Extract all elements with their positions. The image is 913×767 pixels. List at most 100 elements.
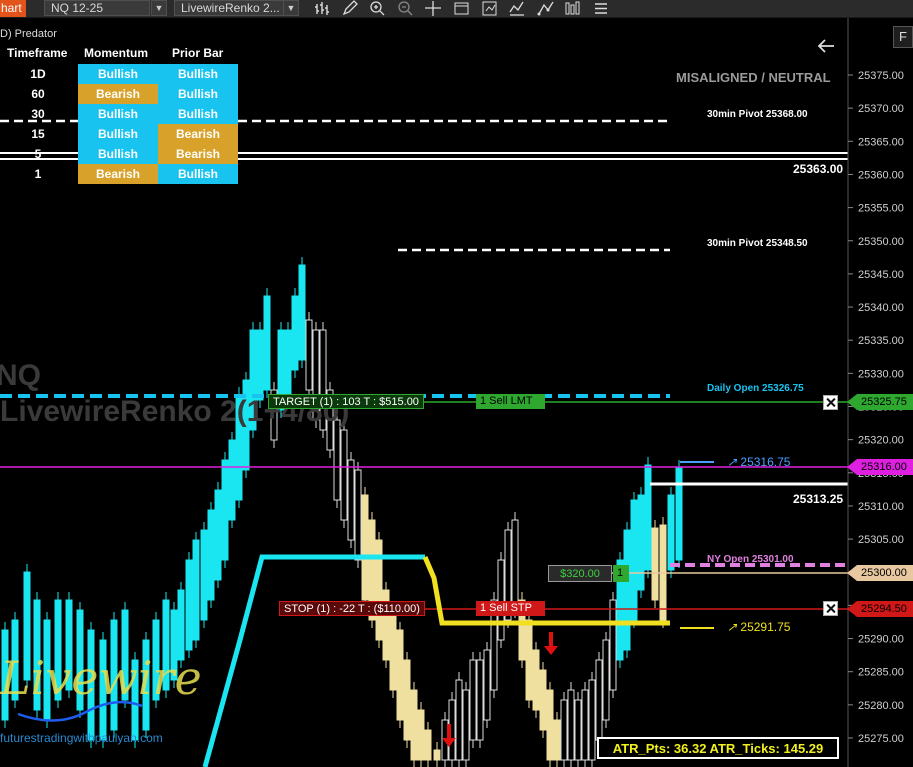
renko-bar	[602, 639, 610, 721]
renko-bar	[185, 559, 193, 651]
table-row-prior-bar: Bearish	[158, 124, 238, 144]
renko-bar	[291, 295, 299, 371]
renko-bar	[200, 529, 208, 621]
level-25313-label: 25313.25	[793, 492, 844, 506]
target-price-tag: 25325.75	[847, 394, 913, 410]
renko-bar	[396, 629, 404, 721]
crosshair-icon[interactable]	[423, 0, 443, 17]
renko-bar	[177, 589, 185, 661]
price-axis-label: 25370.00	[858, 103, 904, 115]
renko-bar	[263, 295, 271, 391]
watermark-symbol: NQ	[0, 359, 41, 392]
indicator-title: D) Predator	[0, 28, 57, 40]
renko-bar	[424, 729, 432, 761]
table-header-timeframe: Timeframe	[7, 46, 68, 60]
atr-display: ATR_Pts: 36.32 ATR_Ticks: 145.29	[597, 737, 839, 759]
renko-bar	[403, 659, 411, 741]
chart-tab[interactable]: hart	[0, 0, 26, 17]
cancel-stop-close-icon[interactable]	[823, 601, 838, 616]
price-axis-label: 25345.00	[858, 269, 904, 281]
properties-icon[interactable]	[591, 0, 611, 17]
table-row-momentum: Bullish	[78, 124, 158, 144]
price-axis-label: 25360.00	[858, 169, 904, 181]
table-row-timeframe: 1D	[30, 67, 46, 81]
drawing-tools-icon[interactable]	[536, 0, 556, 17]
renko-bar	[347, 459, 355, 541]
table-row-momentum: Bullish	[78, 144, 158, 164]
position-pnl[interactable]: $320.00	[548, 565, 612, 582]
renko-bar	[675, 467, 683, 561]
templates-icon[interactable]	[452, 0, 472, 17]
chart-type-dropdown-arrow[interactable]: ▼	[283, 0, 299, 16]
renko-bar	[361, 494, 369, 601]
draw-pencil-icon[interactable]	[340, 0, 360, 17]
sell-limit-order[interactable]: 1 Sell LMT	[476, 394, 545, 409]
strategies-icon[interactable]	[480, 0, 500, 17]
price-axis-label: 25355.00	[858, 203, 904, 215]
data-box-icon[interactable]	[563, 0, 583, 17]
renko-bar	[305, 319, 313, 391]
position-quantity[interactable]: 1	[613, 565, 629, 582]
table-row-timeframe: 15	[31, 127, 45, 141]
target-order-label[interactable]: TARGET (1) : 103 T : $515.00	[268, 394, 424, 409]
bar-style-icon[interactable]	[313, 0, 333, 17]
table-row-prior-bar: Bullish	[158, 84, 238, 104]
renko-bar	[389, 609, 397, 691]
price-axis-label: 25320.00	[858, 435, 904, 447]
brand-swoosh-icon	[17, 700, 143, 722]
table-row-prior-bar: Bullish	[158, 104, 238, 124]
projection-down-icon: ↗	[727, 620, 741, 634]
renko-bar	[340, 429, 348, 521]
renko-bar	[455, 679, 463, 761]
table-row-timeframe: 30	[31, 107, 45, 121]
price-axis-label: 25280.00	[858, 700, 904, 712]
table-row-timeframe: 1	[34, 167, 42, 181]
table-row-timeframe: 5	[34, 147, 42, 161]
renko-bar	[284, 329, 292, 401]
price-axis-label: 25330.00	[858, 368, 904, 380]
pivot-30min-low-label: 30min Pivot 25348.50	[707, 238, 808, 249]
instrument-dropdown-arrow[interactable]: ▼	[151, 0, 167, 16]
sell-stop-order[interactable]: 1 Sell STP	[476, 601, 545, 616]
renko-bar	[207, 509, 215, 601]
stop-order-label[interactable]: STOP (1) : -22 T : ($110.00)	[279, 601, 425, 616]
instrument-selector[interactable]: NQ 12-25	[44, 0, 150, 16]
daily-open-label: Daily Open 25326.75	[707, 383, 804, 394]
projection-up-label: ↗ 25316.75	[727, 455, 790, 469]
table-row-prior-bar: Bullish	[158, 164, 238, 184]
renko-bar	[553, 719, 561, 761]
projection-down-value: 25291.75	[740, 620, 791, 634]
renko-bar	[644, 464, 652, 571]
renko-bar	[433, 749, 441, 761]
entry-price-tag: 25300.00	[847, 565, 913, 581]
projection-up-value: 25316.75	[740, 455, 791, 469]
renko-bar	[462, 689, 470, 761]
table-row-timeframe: 60	[31, 87, 45, 101]
back-arrow-icon[interactable]	[816, 38, 836, 54]
table-row-momentum: Bearish	[78, 164, 158, 184]
status-text: MISALIGNED / NEUTRAL	[676, 70, 831, 85]
table-header-momentum: Momentum	[84, 46, 148, 60]
brand-logo: Livewire	[0, 651, 202, 705]
renko-bar	[546, 689, 554, 761]
chart-type-selector[interactable]: LivewireRenko 2...	[174, 0, 284, 16]
ny-open-label: NY Open 25301.00	[707, 554, 794, 565]
price-axis-label: 25350.00	[858, 236, 904, 248]
zoom-in-icon[interactable]	[368, 0, 388, 17]
stop-price-tag: 25294.50	[847, 601, 913, 617]
renko-bar	[417, 709, 425, 761]
level-25363-label: 25363.00	[793, 162, 844, 176]
renko-bar	[560, 699, 568, 761]
indicators-icon[interactable]	[507, 0, 527, 17]
renko-bar	[256, 329, 264, 401]
cancel-target-close-icon[interactable]	[823, 395, 838, 410]
zoom-out-icon[interactable]	[396, 0, 416, 17]
price-axis-label: 25285.00	[858, 667, 904, 679]
brand-url: futurestradingwithpaulyan.com	[0, 731, 163, 745]
renko-bar	[469, 659, 477, 741]
renko-bar	[595, 659, 603, 741]
renko-bar	[483, 649, 491, 721]
table-row-momentum: Bullish	[78, 64, 158, 84]
price-axis-label: 25290.00	[858, 634, 904, 646]
panel-toggle-button[interactable]: F	[893, 26, 913, 48]
